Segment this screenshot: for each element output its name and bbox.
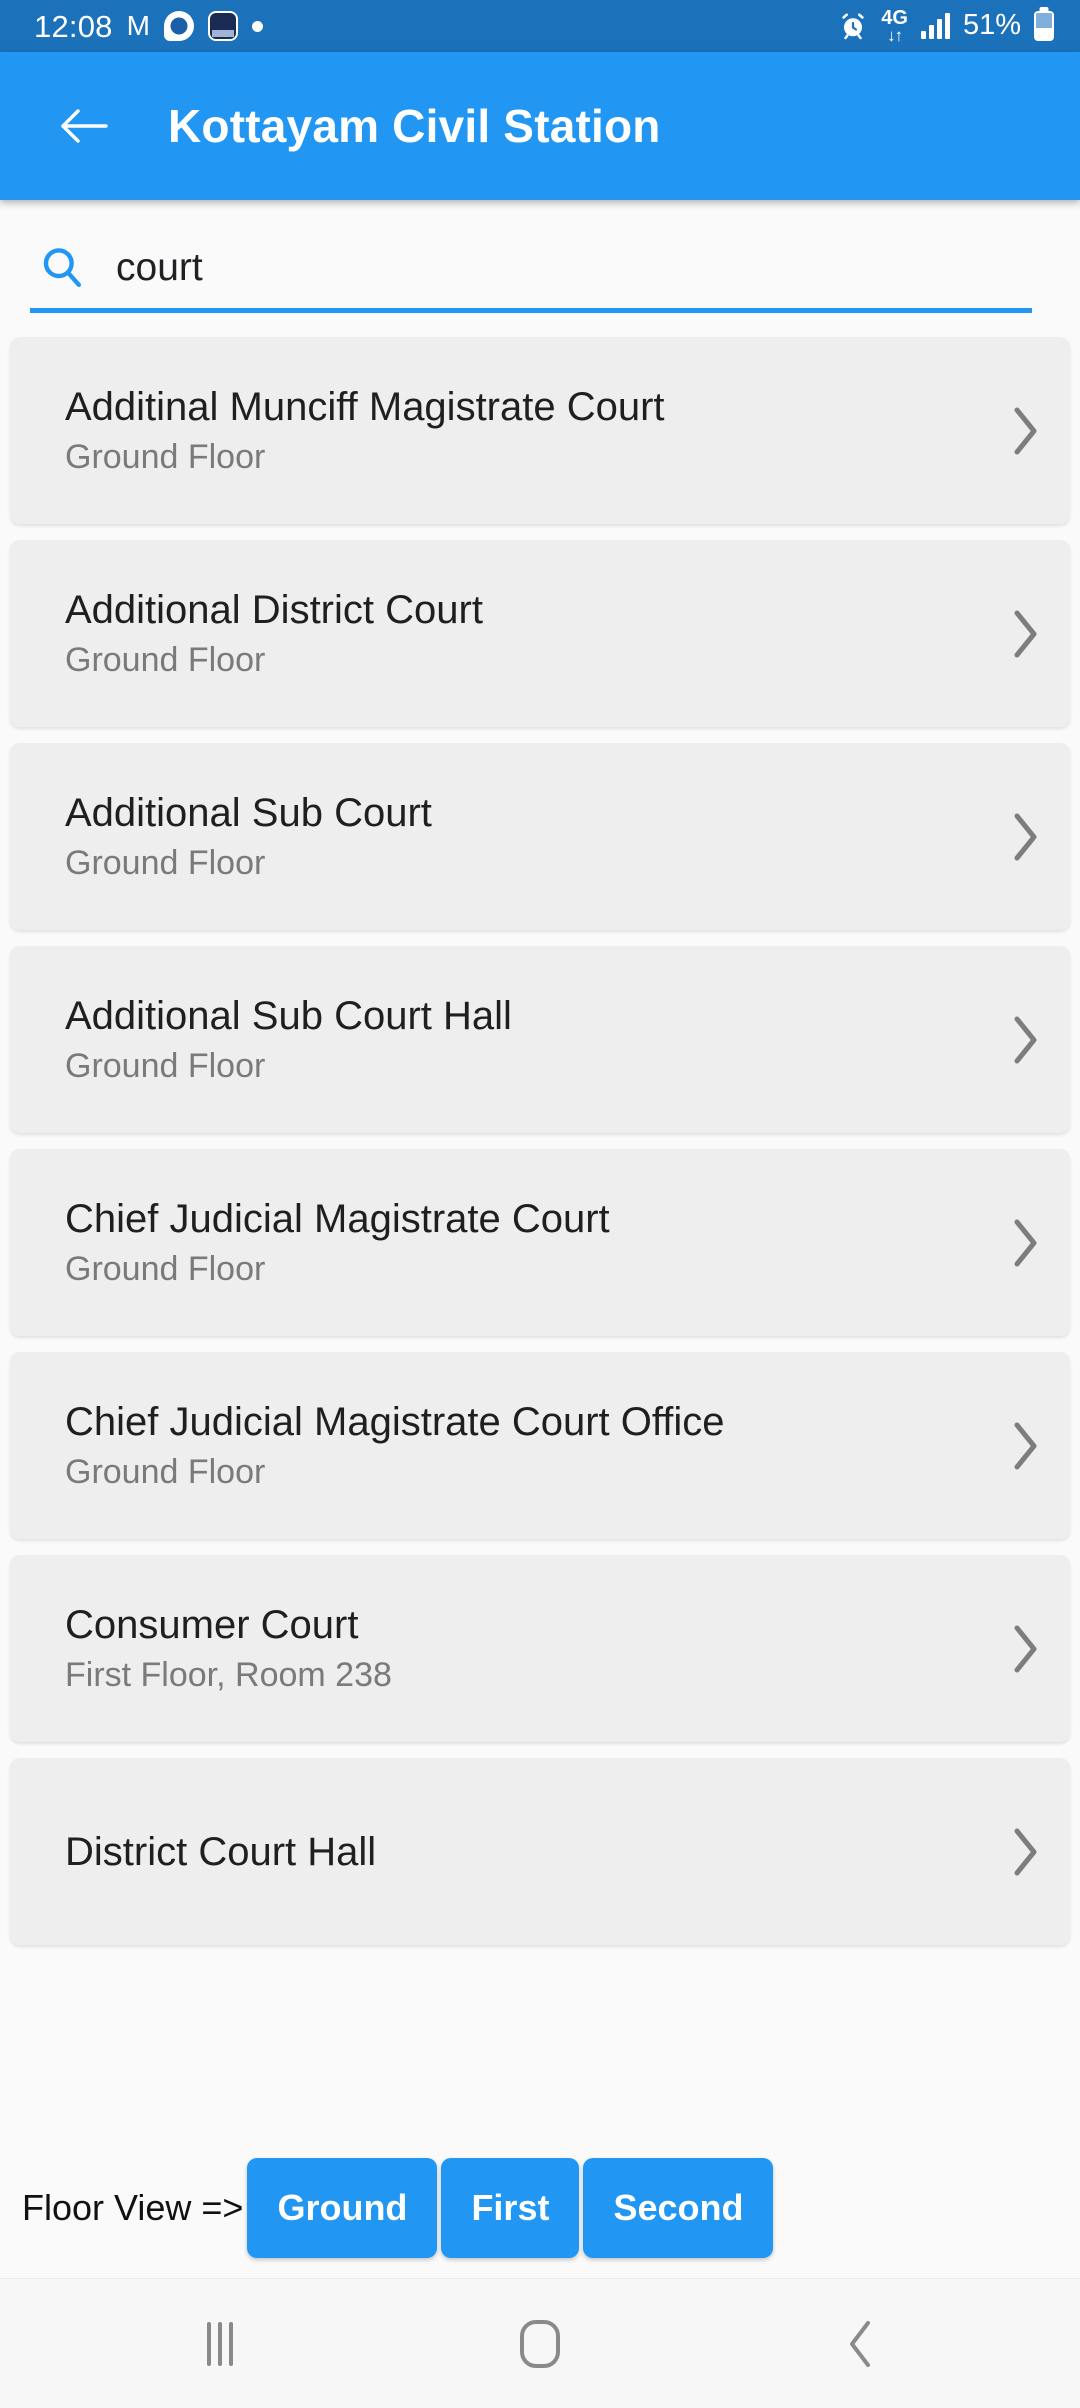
result-text-group: Additional Sub Court Hall Ground Floor [65,995,980,1085]
floor-view-label: Floor View => [22,2187,244,2228]
dot-indicator-icon [251,20,263,32]
search-results-list[interactable]: Additinal Munciff Magistrate Court Ground… [0,313,1080,2138]
search-field[interactable]: court [30,244,1032,313]
battery-icon [1034,10,1054,41]
table-row[interactable]: Chief Judicial Magistrate Court Office Gr… [10,1352,1070,1539]
alarm-icon [838,11,868,41]
result-title: Consumer Court [65,1602,359,1647]
app-bar: Kottayam Civil Station [0,52,1080,200]
result-location: Ground Floor [65,843,266,882]
status-bar: 12:08 M 4G ↓↑ 51% [0,0,1080,52]
chevron-right-icon[interactable] [980,810,1070,864]
result-title: Additional Sub Court [65,790,432,835]
floor-view-bar: Floor View => Ground First Second [0,2138,1080,2278]
system-nav-bar [0,2278,1080,2408]
search-input[interactable]: court [116,246,203,290]
table-row[interactable]: District Court Hall [10,1758,1070,1945]
result-text-group: Additional District Court Ground Floor [65,589,980,679]
phone-screen: 12:08 M 4G ↓↑ 51% Kottayam Civil Station… [0,0,1080,2408]
app-tile-icon [207,11,238,41]
floor-button-second[interactable]: Second [583,2158,774,2258]
result-title: Chief Judicial Magistrate Court [65,1196,610,1241]
result-title: District Court Hall [65,1829,377,1874]
result-title: Additional Sub Court Hall [65,993,512,1038]
result-text-group: Chief Judicial Magistrate Court Ground Fl… [65,1198,980,1288]
chevron-right-icon[interactable] [980,1216,1070,1270]
chevron-right-icon[interactable] [980,1622,1070,1676]
search-icon [38,244,86,292]
result-location: First Floor, Room 238 [65,1655,392,1694]
result-text-group: Additional Sub Court Ground Floor [65,792,980,882]
network-type-label: 4G [881,6,908,29]
chevron-right-icon[interactable] [980,1419,1070,1473]
status-clock: 12:08 [34,8,113,44]
result-text-group: District Court Hall [65,1831,980,1873]
chat-badge-icon [163,11,194,41]
recents-icon[interactable] [140,2279,300,2408]
result-location: Ground Floor [65,437,266,476]
result-title: Additinal Munciff Magistrate Court [65,384,665,429]
result-text-group: Additinal Munciff Magistrate Court Ground… [65,386,980,476]
gmail-icon: M [126,10,150,41]
table-row[interactable]: Additinal Munciff Magistrate Court Ground… [10,337,1070,524]
battery-percent-label: 51% [962,9,1021,42]
result-text-group: Consumer Court First Floor, Room 238 [65,1604,980,1694]
network-type-icon: 4G ↓↑ [881,6,908,45]
table-row[interactable]: Additional Sub Court Ground Floor [10,743,1070,930]
data-arrows-icon: ↓↑ [887,25,903,45]
table-row[interactable]: Consumer Court First Floor, Room 238 [10,1555,1070,1742]
result-title: Additional District Court [65,587,483,632]
home-icon[interactable] [460,2279,620,2408]
status-bar-right: 4G ↓↑ 51% [838,6,1054,45]
signal-bars-icon [920,12,950,39]
chevron-right-icon[interactable] [980,404,1070,458]
table-row[interactable]: Chief Judicial Magistrate Court Ground Fl… [10,1149,1070,1336]
result-text-group: Chief Judicial Magistrate Court Office Gr… [65,1401,980,1491]
result-location: Ground Floor [65,1046,266,1085]
search-section: court [0,200,1080,313]
result-location: Ground Floor [65,1249,266,1288]
result-location: Ground Floor [65,640,266,679]
back-arrow-icon[interactable] [56,98,112,154]
chevron-right-icon[interactable] [980,607,1070,661]
status-bar-left: 12:08 M [34,11,263,42]
table-row[interactable]: Additional District Court Ground Floor [10,540,1070,727]
chevron-right-icon[interactable] [980,1825,1070,1879]
floor-view-buttons: Ground First Second [247,2158,774,2258]
back-icon[interactable] [780,2279,940,2408]
result-location: Ground Floor [65,1452,266,1491]
floor-button-first[interactable]: First [441,2158,580,2258]
table-row[interactable]: Additional Sub Court Hall Ground Floor [10,946,1070,1133]
chevron-right-icon[interactable] [980,1013,1070,1067]
page-title: Kottayam Civil Station [168,100,661,152]
floor-button-ground[interactable]: Ground [247,2158,438,2258]
result-title: Chief Judicial Magistrate Court Office [65,1399,725,1444]
content-area: court Additinal Munciff Magistrate Court… [0,200,1080,2408]
